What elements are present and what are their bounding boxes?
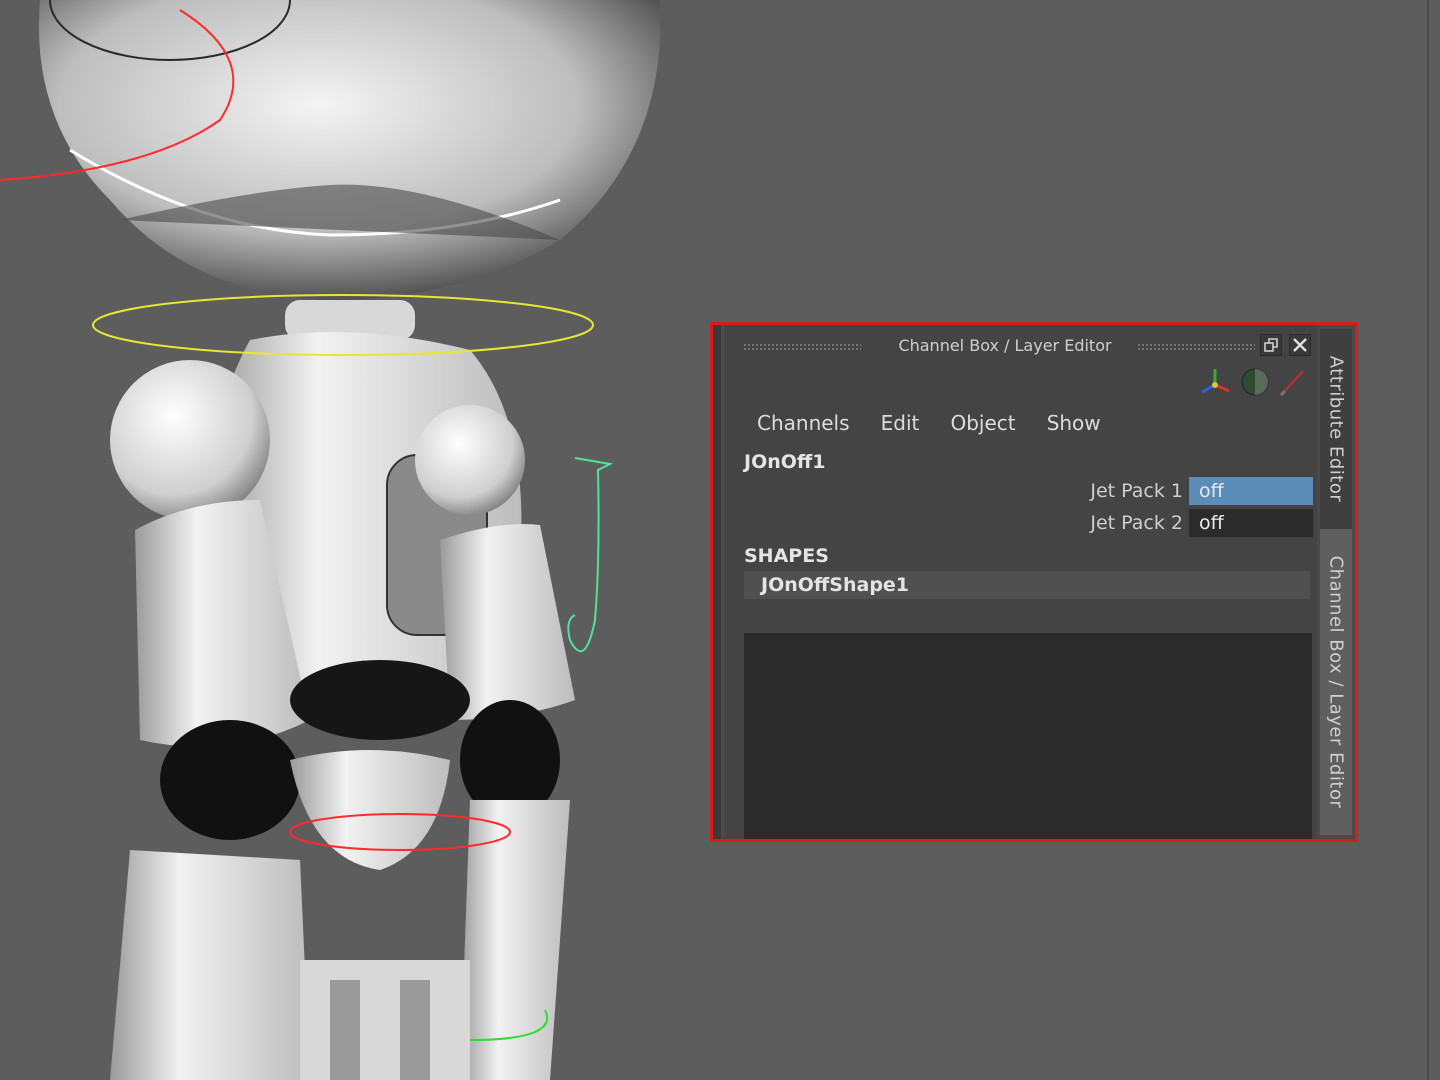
side-tab-bar: Attribute Editor Channel Box / Layer Edi…: [1317, 325, 1355, 839]
tab-attribute-editor-label: Attribute Editor: [1325, 355, 1347, 503]
menu-channels[interactable]: Channels: [757, 411, 850, 435]
channel-row-jet-pack-2[interactable]: Jet Pack 2 off: [733, 509, 1313, 537]
object-name[interactable]: JOnOff1: [744, 451, 826, 473]
panel-left-edge: [713, 325, 721, 839]
close-panel-button[interactable]: [1289, 334, 1311, 356]
channel-value-field[interactable]: off: [1189, 509, 1313, 537]
shape-node-row[interactable]: JOnOffShape1: [744, 571, 1310, 599]
shape-node-name[interactable]: JOnOffShape1: [761, 574, 909, 596]
tab-channel-box-label: Channel Box / Layer Editor: [1325, 555, 1347, 809]
channel-box-panel: Channel Box / Layer Editor Channels Edit…: [710, 322, 1358, 842]
channel-box-menubar: Channels Edit Object Show: [757, 411, 1127, 439]
channel-box-toolbar: [1197, 365, 1307, 399]
channel-row-jet-pack-1[interactable]: Jet Pack 1 off: [733, 477, 1313, 505]
channel-label[interactable]: Jet Pack 2: [1090, 512, 1183, 534]
panel-titlebar[interactable]: Channel Box / Layer Editor: [725, 329, 1311, 363]
tab-channel-box-layer-editor[interactable]: Channel Box / Layer Editor: [1320, 529, 1352, 835]
channel-value-field[interactable]: off: [1189, 477, 1313, 505]
menu-show[interactable]: Show: [1047, 411, 1101, 435]
pen-icon[interactable]: [1279, 370, 1304, 397]
menu-edit[interactable]: Edit: [881, 411, 920, 435]
panel-title: Channel Box / Layer Editor: [898, 336, 1112, 355]
shapes-heading: SHAPES: [744, 545, 829, 567]
restore-window-button[interactable]: [1260, 334, 1282, 356]
panel-left-edge-inner: [721, 325, 725, 839]
channel-label[interactable]: Jet Pack 1: [1090, 480, 1183, 502]
channel-box-empty-area: [744, 633, 1312, 839]
menu-object[interactable]: Object: [950, 411, 1015, 435]
restore-window-icon: [1264, 338, 1278, 352]
move-axes-icon[interactable]: [1201, 369, 1230, 394]
tab-attribute-editor[interactable]: Attribute Editor: [1320, 329, 1352, 529]
close-icon: [1293, 338, 1307, 352]
sphere-shading-icon[interactable]: [1241, 368, 1269, 396]
